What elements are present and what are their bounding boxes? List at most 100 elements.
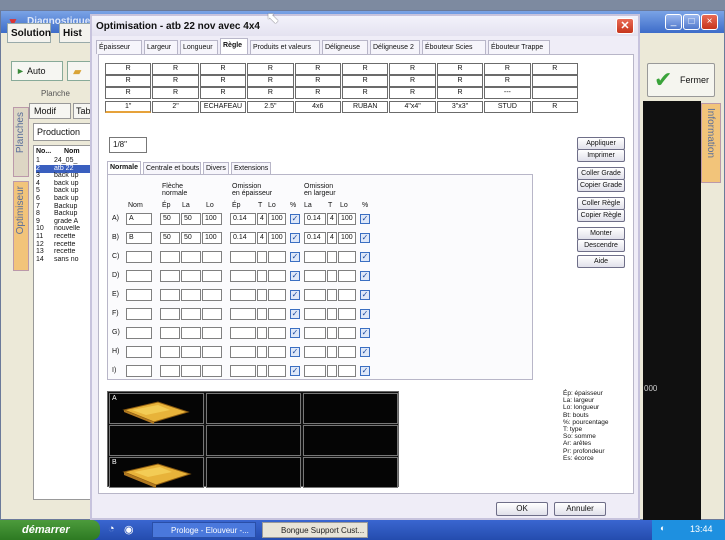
cell-la[interactable] (181, 308, 201, 320)
cell-oep[interactable] (230, 270, 256, 282)
cell-olo[interactable] (268, 346, 286, 358)
omission-la-checkbox[interactable]: ✓ (360, 309, 370, 319)
tab-5[interactable]: Déligneuse (322, 40, 368, 54)
cell-lt[interactable] (327, 365, 337, 377)
cell-la[interactable] (181, 327, 201, 339)
aide-button[interactable]: Aide (577, 255, 625, 268)
cell-nom[interactable] (126, 365, 152, 377)
start-button[interactable]: démarrer (0, 520, 100, 540)
information-vertical-tab[interactable]: Information (701, 103, 721, 183)
tray-icon[interactable]: ◐ (660, 523, 665, 533)
omission-ep-checkbox[interactable]: ✓ (290, 252, 300, 262)
cell-lo[interactable] (202, 251, 222, 263)
rule-cell[interactable]: R (389, 87, 436, 99)
cell-la[interactable] (181, 251, 201, 263)
list-item[interactable]: 14 sans no (36, 256, 94, 264)
cell-lo[interactable] (202, 365, 222, 377)
omission-ep-checkbox[interactable]: ✓ (290, 366, 300, 376)
rule-cell[interactable]: R (199, 75, 247, 87)
value-input[interactable]: 1/8" (109, 137, 147, 153)
cell-nom[interactable]: B (126, 232, 152, 244)
inner-tab-0[interactable]: Normale (107, 161, 141, 174)
cell-la[interactable] (181, 289, 201, 301)
cell-lla[interactable] (304, 308, 326, 320)
rule-cell[interactable]: R (199, 63, 247, 75)
auto-button[interactable]: ► Auto (11, 61, 63, 81)
cell-oep[interactable]: 0.14 (230, 213, 256, 225)
omission-ep-checkbox[interactable]: ✓ (290, 290, 300, 300)
product-header-cell[interactable]: ECHAFEAU (199, 101, 247, 113)
omission-la-checkbox[interactable]: ✓ (360, 233, 370, 243)
cell-llo[interactable] (338, 289, 356, 301)
cell-lo[interactable] (202, 289, 222, 301)
rule-cell[interactable]: R (436, 75, 484, 87)
cell-ot[interactable] (257, 308, 267, 320)
cell-ep[interactable] (160, 308, 180, 320)
cell-llo[interactable] (338, 365, 356, 377)
cell-olo[interactable]: 100 (268, 213, 286, 225)
product-header-cell[interactable]: 4x6 (294, 101, 341, 113)
close-main-icon[interactable]: × (701, 14, 718, 30)
inner-tab-3[interactable]: Extensions (231, 162, 271, 174)
cell-lla[interactable] (304, 289, 326, 301)
omission-la-checkbox[interactable]: ✓ (360, 290, 370, 300)
cell-lla[interactable]: 0.14 (304, 213, 326, 225)
cell-llo[interactable] (338, 346, 356, 358)
omission-ep-checkbox[interactable]: ✓ (290, 347, 300, 357)
rule-cell[interactable]: R (294, 75, 341, 87)
omission-ep-checkbox[interactable]: ✓ (290, 309, 300, 319)
rule-cell[interactable]: R (389, 75, 436, 87)
rule-cell[interactable]: R (342, 63, 389, 75)
cell-lo[interactable] (202, 327, 222, 339)
omission-ep-checkbox[interactable]: ✓ (290, 328, 300, 338)
product-header-cell[interactable]: STUD (484, 101, 531, 113)
rule-cell[interactable] (531, 87, 578, 99)
omission-ep-checkbox[interactable]: ✓ (290, 214, 300, 224)
optimization-list[interactable]: No... Nom 1 24_05_ 2 atb 22 3 back up 4 back up… (33, 145, 94, 500)
tab-4[interactable]: Produits et valeurs (250, 40, 320, 54)
cell-oep[interactable] (230, 346, 256, 358)
rule-cell[interactable]: R (199, 87, 247, 99)
fermer-button[interactable]: ✔ Fermer (647, 63, 715, 97)
cell-nom[interactable] (126, 251, 152, 263)
cell-lla[interactable] (304, 270, 326, 282)
cell-oep[interactable] (230, 327, 256, 339)
cell-lt[interactable] (327, 251, 337, 263)
copier-r-gle-button[interactable]: Copier Règle (577, 209, 625, 222)
rule-cell[interactable]: R (152, 63, 199, 75)
rule-cell[interactable]: R (389, 63, 436, 75)
omission-la-checkbox[interactable]: ✓ (360, 214, 370, 224)
rule-cell[interactable]: R (342, 75, 389, 87)
cell-llo[interactable] (338, 308, 356, 320)
cell-oep[interactable] (230, 308, 256, 320)
maximize-icon[interactable]: □ (683, 14, 700, 30)
cell-llo[interactable] (338, 251, 356, 263)
inner-tab-1[interactable]: Centrale et bouts (143, 162, 201, 174)
cell-ep[interactable]: 50 (160, 232, 180, 244)
production-field[interactable]: Production (33, 123, 93, 141)
tab-1[interactable]: Largeur (144, 40, 178, 54)
cell-lt[interactable]: 4 (327, 232, 337, 244)
rule-cell[interactable]: R (484, 75, 531, 87)
cell-lt[interactable] (327, 346, 337, 358)
cell-lt[interactable] (327, 270, 337, 282)
tab-7[interactable]: Ébouteur Scies (422, 40, 486, 54)
tab-3[interactable]: Règle (220, 38, 248, 54)
cell-oep[interactable] (230, 365, 256, 377)
product-header-cell[interactable]: 2.5" (247, 101, 294, 113)
omission-ep-checkbox[interactable]: ✓ (290, 233, 300, 243)
cell-nom[interactable]: A (126, 213, 152, 225)
tab-solution[interactable]: Solution (7, 23, 51, 43)
cell-olo[interactable]: 100 (268, 232, 286, 244)
quicklaunch-icon[interactable]: ◔ (108, 523, 115, 535)
cell-lla[interactable] (304, 365, 326, 377)
product-header-cell[interactable]: RUBAN (342, 101, 389, 113)
omission-la-checkbox[interactable]: ✓ (360, 271, 370, 281)
cell-llo[interactable]: 100 (338, 213, 356, 225)
omission-la-checkbox[interactable]: ✓ (360, 366, 370, 376)
cell-la[interactable]: 50 (181, 232, 201, 244)
rule-cell[interactable]: R (436, 87, 484, 99)
cell-nom[interactable] (126, 346, 152, 358)
cell-olo[interactable] (268, 327, 286, 339)
inner-tab-2[interactable]: Divers (203, 162, 229, 174)
